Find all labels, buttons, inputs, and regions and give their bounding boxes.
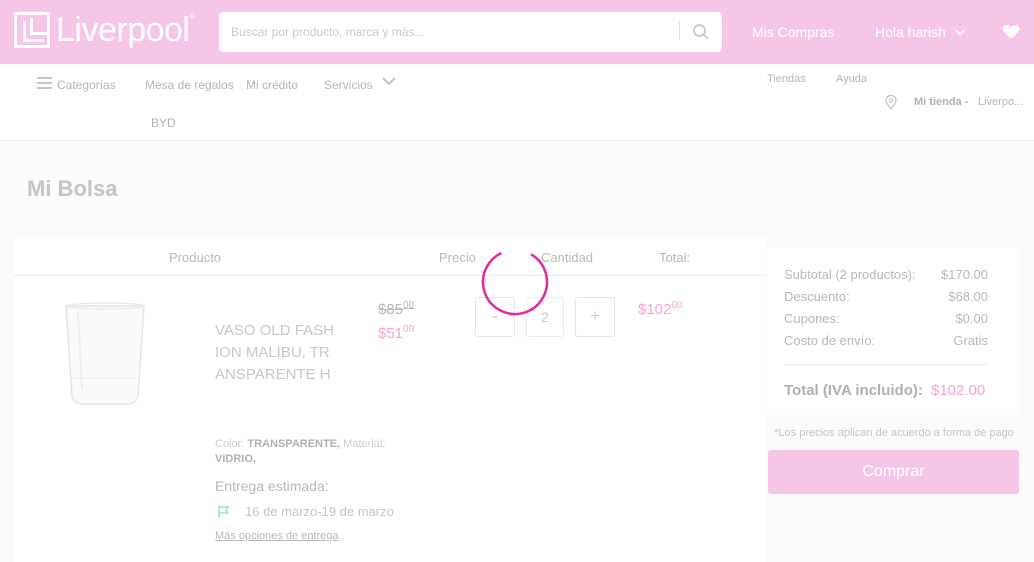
- sale-price: $5100: [378, 324, 414, 342]
- secondary-nav: Categorías Mesa de regalos Mi crédito Se…: [0, 64, 1034, 141]
- loading-spinner-icon: [481, 248, 549, 316]
- chevron-down-icon[interactable]: [382, 76, 396, 86]
- summary-divider: [784, 364, 988, 365]
- nav-byd[interactable]: BYD: [151, 116, 176, 130]
- order-summary: Subtotal (2 productos): $170.00 Descuent…: [767, 247, 1019, 415]
- coupons-value: $0.00: [955, 311, 988, 326]
- nav-categories[interactable]: Categorías: [57, 78, 116, 92]
- coupons-label: Cupones:: [784, 311, 840, 326]
- search-icon[interactable]: [692, 23, 710, 41]
- line-total: $10200: [638, 300, 683, 318]
- subtotal-row: Subtotal (2 productos): $170.00: [784, 267, 988, 282]
- search-divider: [679, 21, 680, 39]
- flag-icon: [218, 506, 230, 518]
- nav-stores[interactable]: Tiendas: [767, 73, 806, 85]
- shipping-value: Gratis: [953, 333, 988, 348]
- increase-quantity-button[interactable]: +: [575, 297, 615, 337]
- material-value: VIDRIO,: [215, 453, 256, 465]
- cart-table: Producto Precio Cantidad Total: VASO OLD…: [14, 238, 766, 562]
- my-store-value[interactable]: Liverpo...: [978, 96, 1023, 108]
- column-header-total: Total:: [659, 250, 691, 265]
- original-price-amount: $85: [378, 301, 404, 318]
- subtotal-value: $170.00: [941, 267, 988, 282]
- location-pin-icon: [885, 95, 897, 110]
- material-label: Material:: [343, 438, 386, 450]
- heart-icon[interactable]: [1002, 24, 1020, 40]
- nav-help[interactable]: Ayuda: [836, 73, 867, 85]
- pricing-note: *Los precios aplican de acuerdo a forma …: [774, 427, 1014, 439]
- nav-gift-table[interactable]: Mesa de regalos: [145, 78, 234, 92]
- subtotal-label: Subtotal (2 productos):: [784, 267, 916, 282]
- delivery-dates: 16 de marzo-19 de marzo: [245, 504, 394, 519]
- buy-button[interactable]: Comprar: [768, 450, 1019, 494]
- account-greeting[interactable]: Hola harish: [875, 24, 946, 40]
- nav-services[interactable]: Servicios: [324, 78, 373, 92]
- my-store-label: Mi tienda -: [914, 96, 969, 108]
- coupons-row: Cupones: $0.00: [784, 311, 988, 326]
- product-attributes: Color: TRANSPARENTE, Material: VIDRIO,: [215, 437, 395, 467]
- page-title: Mi Bolsa: [27, 176, 118, 201]
- delivery-label: Entrega estimada:: [215, 478, 329, 494]
- sale-price-cents: 00: [403, 324, 415, 335]
- total-label: Total (IVA incluido):: [784, 382, 923, 399]
- cart-table-header: Producto Precio Cantidad Total:: [14, 238, 766, 276]
- color-value: TRANSPARENTE,: [247, 438, 341, 450]
- menu-icon[interactable]: [37, 77, 52, 89]
- logo-text: Liverpool: [56, 11, 190, 49]
- product-name[interactable]: VASO OLD FASHION MALIBU, TRANSPARENTE H: [215, 320, 335, 386]
- discount-label: Descuento:: [784, 289, 850, 304]
- my-purchases-link[interactable]: Mis Compras: [752, 24, 834, 40]
- discount-value: $68.00: [948, 289, 988, 304]
- column-header-product: Producto: [169, 250, 222, 265]
- nav-credit[interactable]: Mi crédito: [246, 78, 298, 92]
- logo-registered-mark: ®: [189, 12, 196, 21]
- chevron-down-icon[interactable]: [954, 26, 966, 38]
- line-total-amount: $102: [638, 301, 672, 318]
- logo-mark-icon: [14, 12, 50, 48]
- original-price-cents: 00: [403, 300, 415, 311]
- more-delivery-options-link[interactable]: Más opciones de entrega: [215, 530, 339, 542]
- product-image[interactable]: [62, 300, 148, 408]
- column-header-price: Precio: [439, 250, 476, 265]
- discount-row: Descuento: $68.00: [784, 289, 988, 304]
- liverpool-logo[interactable]: Liverpool ®: [14, 12, 195, 48]
- search-box: [219, 12, 722, 52]
- sale-price-amount: $51: [378, 325, 404, 342]
- color-label: Color:: [215, 438, 245, 450]
- line-total-cents: 00: [671, 300, 683, 311]
- original-price: $8500: [378, 300, 414, 318]
- shipping-row: Costo de envío: Gratis: [784, 333, 988, 348]
- top-header: Liverpool ® Mis Compras Hola harish: [0, 0, 1034, 64]
- search-input[interactable]: [231, 12, 671, 52]
- shipping-label: Costo de envío:: [784, 333, 876, 348]
- total-value: $102.00: [931, 382, 986, 399]
